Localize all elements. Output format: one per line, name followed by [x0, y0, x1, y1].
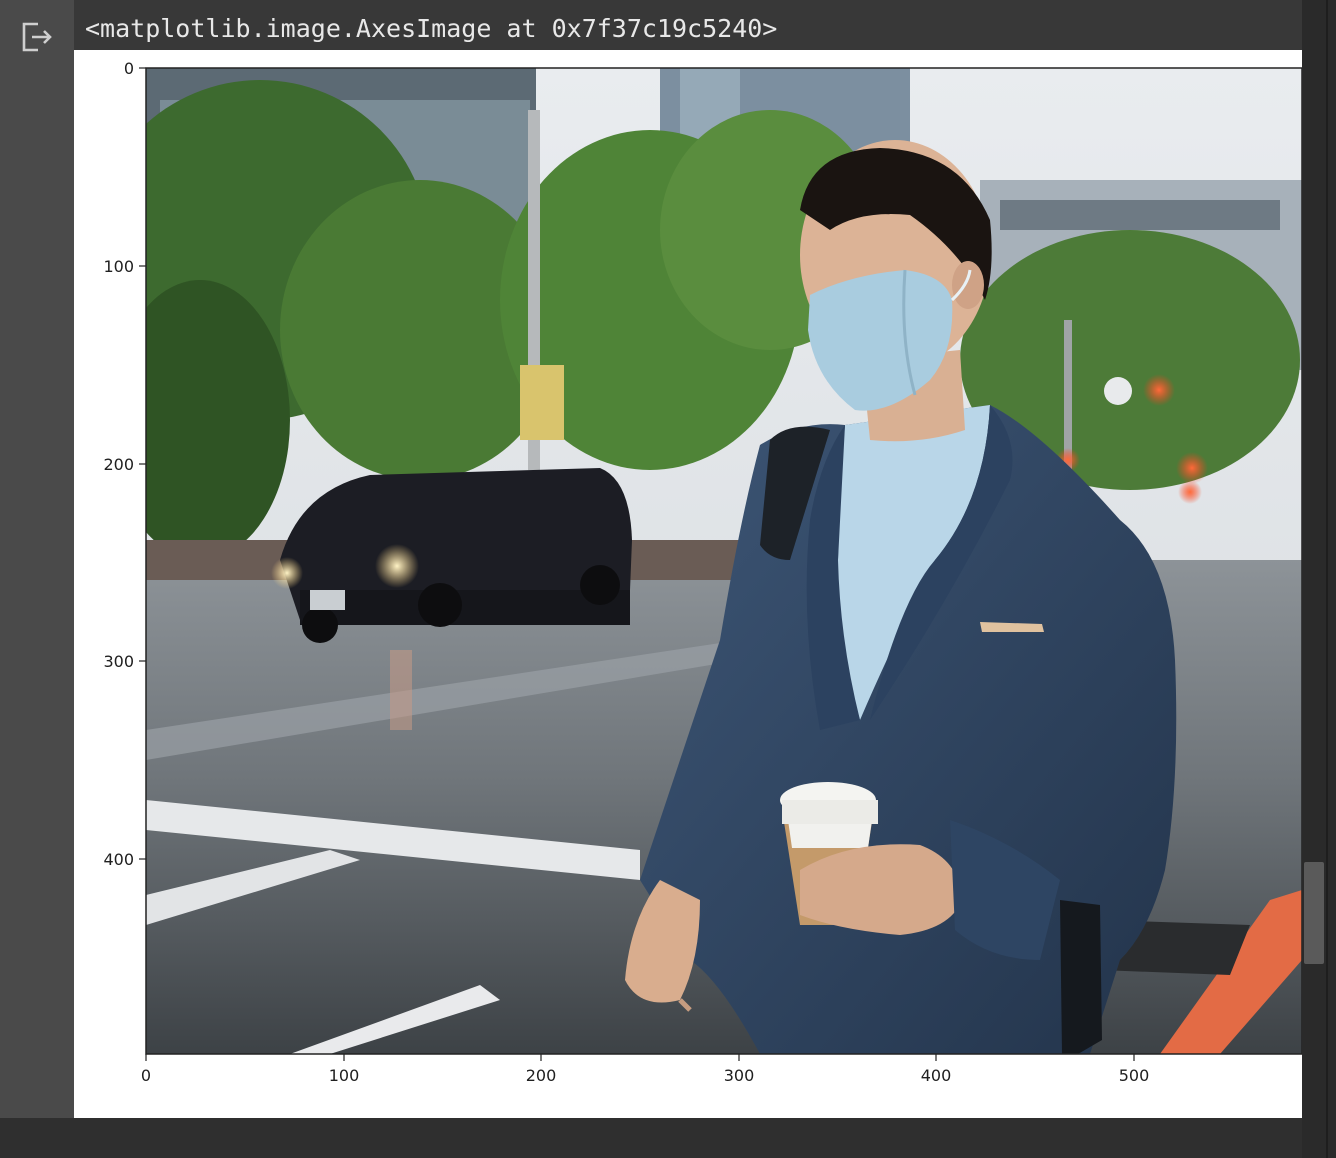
scrollbar-divider [1326, 0, 1328, 1158]
x-tick-label: 300 [724, 1066, 755, 1085]
y-tick-label: 300 [103, 652, 134, 671]
x-tick-label: 400 [921, 1066, 952, 1085]
matplotlib-figure: 0 100 200 300 400 0 100 200 300 400 500 [74, 50, 1302, 1118]
x-tick-label: 100 [329, 1066, 360, 1085]
y-tick-label: 0 [124, 59, 134, 78]
x-tick-label: 0 [141, 1066, 151, 1085]
y-tick-label: 100 [103, 257, 134, 276]
x-tick-label: 200 [526, 1066, 557, 1085]
scrollbar-track[interactable] [1302, 0, 1336, 1158]
scrollbar-thumb[interactable] [1304, 862, 1324, 964]
y-tick-label: 400 [103, 850, 134, 869]
photo-image [146, 68, 1302, 1054]
x-tick-label: 500 [1119, 1066, 1150, 1085]
cell-footer [0, 1118, 1302, 1158]
y-tick-label: 200 [103, 455, 134, 474]
